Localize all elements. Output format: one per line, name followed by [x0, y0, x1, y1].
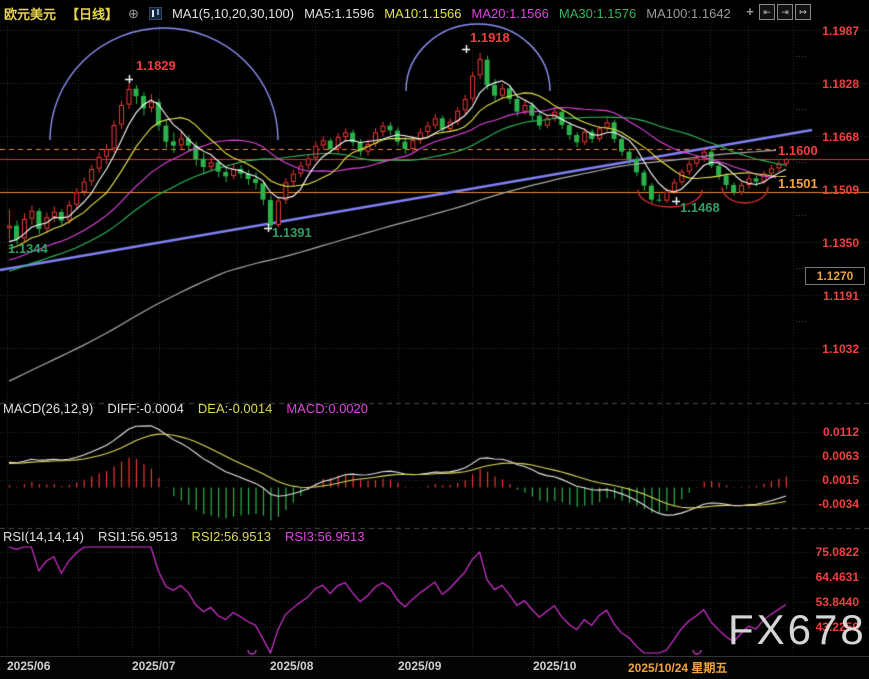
rsi-axis-label: 75.0822 [816, 545, 859, 559]
price-axis-label: 1.1032 [822, 342, 859, 356]
rsi1-value: RSI1:56.9513 [98, 529, 178, 544]
rsi3-value: RSI3:56.9513 [285, 529, 365, 544]
price-axis-label: 1.1350 [822, 236, 859, 250]
chart-app: 欧元美元 【日线】 ⊕ MA1(5,10,20,30,100) MA5:1.15… [0, 0, 869, 679]
price-line-tag-lower[interactable]: 1.1501 [776, 177, 820, 191]
zoom-in-icon[interactable]: ⇥ [777, 4, 793, 20]
macd-axis-label: 0.0112 [823, 425, 859, 439]
fx678-watermark: FX678 [728, 606, 867, 654]
cursor-price-box: 1.1270 [805, 267, 865, 285]
price-annotation: 1.1468 [680, 200, 720, 215]
ma-group-label: MA1(5,10,20,30,100) [172, 6, 294, 21]
rsi2-value: RSI2:56.9513 [191, 529, 271, 544]
period-selector[interactable]: 【日线】 [66, 4, 118, 23]
month-label: 2025/08 [270, 659, 313, 673]
goto-latest-icon[interactable]: ↦ [795, 4, 811, 20]
price-axis-label: 1.1828 [822, 77, 859, 91]
chart-type-icon[interactable] [149, 7, 162, 20]
rsi-name[interactable]: RSI(14,14,14) [3, 529, 84, 544]
ma30-value: MA30:1.1576 [559, 6, 636, 21]
ma5-value: MA5:1.1596 [304, 6, 374, 21]
month-label: 2025/09 [398, 659, 441, 673]
macd-diff-value: DIFF:-0.0004 [107, 401, 184, 416]
ma10-value: MA10:1.1566 [384, 6, 461, 21]
macd-name[interactable]: MACD(26,12,9) [3, 401, 93, 416]
indicator-settings-icon[interactable]: ⊕ [128, 6, 139, 22]
macd-value: MACD:0.0020 [286, 401, 368, 416]
macd-dea-value: DEA:-0.0014 [198, 401, 272, 416]
price-annotation: 1.1391 [272, 225, 312, 240]
price-line-tag-upper[interactable]: 1.1600 [776, 144, 820, 158]
price-annotation: 1.1344 [8, 241, 48, 256]
ma20-value: MA20:1.1566 [472, 6, 549, 21]
chart-toolbar: + ⇤ ⇥ ↦ [743, 4, 811, 20]
top-bar: 欧元美元 【日线】 ⊕ MA1(5,10,20,30,100) MA5:1.15… [4, 4, 731, 23]
rsi-label-row: RSI(14,14,14) RSI1:56.9513 RSI2:56.9513 … [3, 529, 364, 544]
month-label: 2025/07 [132, 659, 175, 673]
macd-label-row: MACD(26,12,9) DIFF:-0.0004 DEA:-0.0014 M… [3, 401, 368, 416]
price-axis-label: 1.1191 [823, 289, 859, 303]
time-axis[interactable]: 2025/06 2025/07 2025/08 2025/09 2025/10 … [0, 656, 869, 679]
zoom-out-icon[interactable]: ⇤ [759, 4, 775, 20]
price-axis-label: 1.1668 [822, 130, 859, 144]
macd-axis-label: -0.0034 [818, 497, 859, 511]
symbol-name[interactable]: 欧元美元 [4, 4, 56, 23]
ma100-value: MA100:1.1642 [646, 6, 731, 21]
month-label: 2025/10 [533, 659, 576, 673]
crosshair-icon[interactable]: + [743, 4, 757, 18]
price-axis-label: 1.1509 [822, 183, 859, 197]
current-date-label: 2025/10/24 星期五 [628, 659, 727, 676]
chart-canvas[interactable] [0, 0, 869, 679]
price-annotation: 1.1918 [470, 30, 510, 45]
price-annotation: 1.1829 [136, 58, 176, 73]
month-label: 2025/06 [7, 659, 50, 673]
rsi-axis-label: 64.4631 [816, 570, 859, 584]
price-axis-label: 1.1987 [822, 24, 859, 38]
macd-axis-label: 0.0015 [822, 473, 859, 487]
macd-axis-label: 0.0063 [822, 449, 859, 463]
